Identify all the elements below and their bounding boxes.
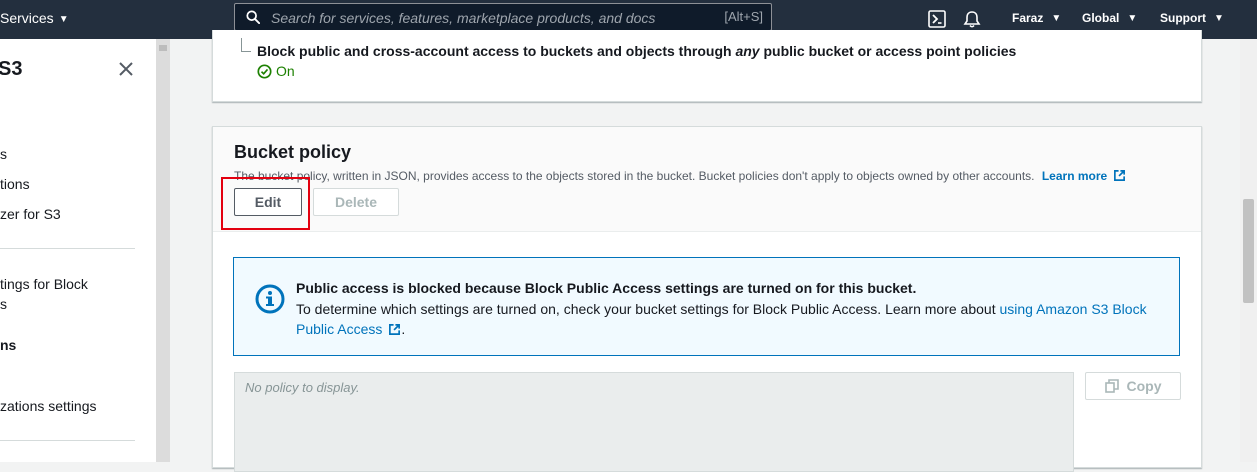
sidebar-item[interactable]: zations settings [0, 398, 97, 414]
learn-more-label: Learn more [1041, 169, 1108, 183]
close-icon[interactable] [117, 60, 135, 78]
sidebar-divider [0, 248, 135, 249]
sidebar-item[interactable]: s [0, 146, 7, 162]
copy-icon [1104, 379, 1119, 393]
info-icon [255, 284, 285, 314]
bucket-policy-panel: Bucket policy The bucket policy, written… [212, 126, 1202, 472]
status-indicator: On [257, 63, 295, 79]
sidebar-title: S3 [0, 58, 23, 80]
external-link-icon [389, 324, 401, 335]
status-text: On [276, 63, 295, 79]
external-link-icon [1114, 170, 1126, 181]
copy-button[interactable]: Copy [1085, 372, 1181, 400]
support-label: Support [1160, 11, 1206, 25]
learn-more-link[interactable]: Learn more [1042, 169, 1126, 183]
user-label: Faraz [1012, 11, 1044, 25]
bpa-text-after: public bucket or access point policies [759, 43, 1017, 59]
alert-title: Public access is blocked because Block P… [296, 280, 917, 296]
bpa-text-before: Block public and cross-account access to… [257, 43, 736, 59]
sidebar-item[interactable]: tings for Block [0, 276, 88, 292]
region-label: Global [1082, 11, 1120, 25]
alert-period: . [401, 321, 406, 337]
caret-down-icon: ▼ [58, 14, 69, 25]
scrollbar-thumb[interactable] [1243, 199, 1254, 303]
bpa-text-emphasis: any [735, 43, 760, 59]
services-menu[interactable]: Services ▼ [0, 0, 69, 36]
description-text: The bucket policy, written in JSON, prov… [234, 169, 1035, 183]
services-label: Services [0, 10, 54, 26]
caret-down-icon: ▼ [1214, 13, 1224, 24]
alert-body: To determine which settings are turned o… [296, 299, 1156, 339]
bell-icon[interactable] [962, 9, 982, 29]
search-shortcut-hint: [Alt+S] [724, 9, 763, 24]
sidebar-item-active[interactable]: ns [0, 337, 16, 353]
section-title: Bucket policy [234, 142, 352, 162]
sidebar-scrollbar[interactable] [156, 39, 170, 462]
sidebar-item[interactable]: zer for S3 [0, 206, 61, 222]
delete-button[interactable]: Delete [313, 188, 399, 216]
bpa-policies-setting: Block public and cross-account access to… [257, 43, 1016, 59]
annotation-highlight-box [221, 177, 310, 230]
info-alert: Public access is blocked because Block P… [233, 257, 1180, 356]
side-navigation: S3 s tions zer for S3 tings for Block s … [0, 39, 156, 462]
section-description: The bucket policy, written in JSON, prov… [234, 169, 1126, 183]
empty-policy-text: No policy to display. [245, 380, 360, 395]
block-public-access-panel: Block public and cross-account access to… [212, 30, 1202, 102]
cloudshell-icon[interactable] [927, 9, 947, 29]
alert-body-text: To determine which settings are turned o… [296, 301, 1000, 317]
search-bar[interactable]: [Alt+S] [234, 3, 772, 31]
sidebar-item[interactable]: s [0, 296, 7, 312]
policy-editor: No policy to display. [234, 372, 1074, 472]
bucket-policy-header: Bucket policy The bucket policy, written… [213, 127, 1201, 232]
main-scrollbar[interactable] [1240, 39, 1257, 462]
tree-connector [241, 38, 251, 52]
search-icon [246, 10, 260, 24]
sidebar-divider [0, 440, 135, 441]
check-circle-icon [257, 63, 272, 79]
sidebar-item[interactable]: tions [0, 176, 30, 192]
copy-label: Copy [1126, 378, 1162, 394]
search-input[interactable] [269, 6, 703, 30]
scrollbar-thumb[interactable] [159, 45, 167, 51]
